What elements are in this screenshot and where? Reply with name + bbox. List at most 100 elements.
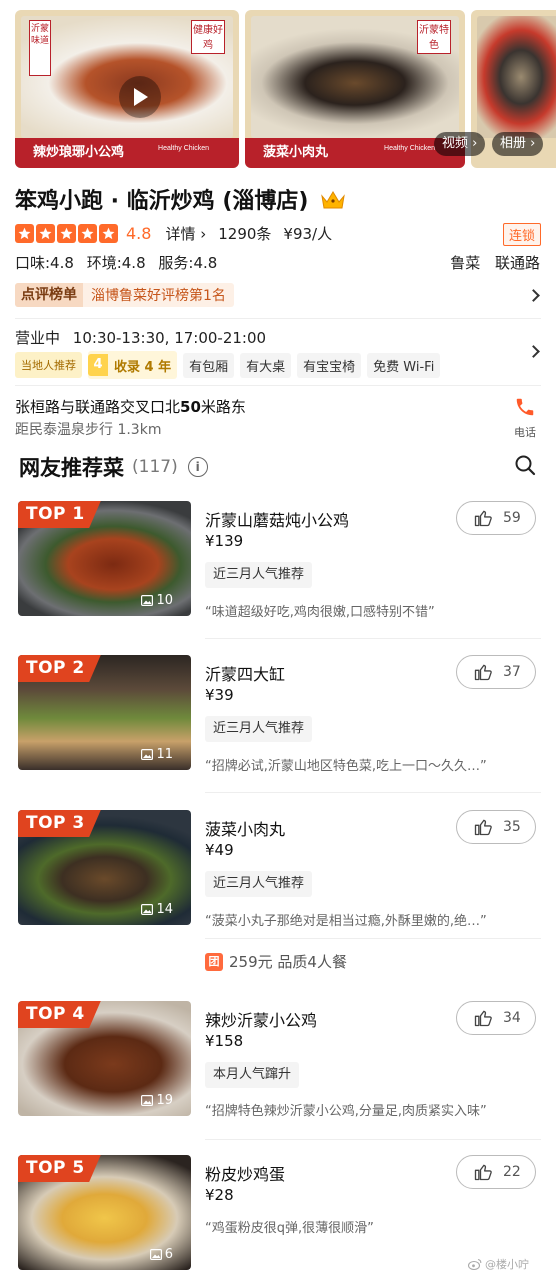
ranking-bar[interactable]: 点评榜单 淄博鲁菜好评榜第1名 <box>15 283 234 307</box>
like-count: 34 <box>503 1010 521 1026</box>
album-button[interactable]: 相册 › <box>492 132 544 156</box>
star-icon <box>99 223 118 243</box>
image-icon <box>141 749 154 760</box>
dish-thumbnail[interactable]: TOP 3 14 <box>18 810 191 925</box>
avg-price: ¥93/人 <box>283 224 333 243</box>
cuisine-type[interactable]: 鲁菜 <box>450 254 480 272</box>
like-count: 22 <box>503 1164 521 1180</box>
years-number: 4 <box>88 354 108 376</box>
dish-price: ¥158 <box>205 1032 244 1050</box>
photo-count: 6 <box>149 1247 173 1262</box>
dish-thumbnail[interactable]: TOP 4 19 <box>18 1001 191 1116</box>
image-icon <box>141 595 154 606</box>
star-icon <box>15 223 34 243</box>
like-button[interactable]: 37 <box>456 655 536 689</box>
rating-row: 4.8 详情 › 1290条 ¥93/人 <box>15 222 332 244</box>
banner-text: 辣炒琅琊小公鸡 <box>33 145 125 160</box>
group-deal[interactable]: 团 259元 品质4人餐 <box>205 951 347 972</box>
section-title-text: 网友推荐菜 <box>19 456 124 480</box>
dish-price: ¥139 <box>205 532 244 550</box>
divider <box>205 792 541 793</box>
top-rank-badge: TOP 1 <box>18 501 101 528</box>
star-icon <box>78 223 97 243</box>
banner-text: 菠菜小肉丸 <box>263 145 329 160</box>
rating-score: 4.8 <box>126 223 152 243</box>
photo-count: 11 <box>141 747 173 762</box>
divider <box>205 1139 541 1140</box>
watermark: @楼小咛 <box>468 1256 529 1272</box>
dish-item[interactable]: TOP 5 6 粉皮炒鸡蛋 ¥28 “鸡蛋粉皮很q弹,很薄很顺滑” 22 <box>0 1155 556 1270</box>
dish-name: 沂蒙山蘑菇炖小公鸡 <box>205 511 350 530</box>
photo-banner: 菠菜小肉丸 Healthy Chicken <box>245 138 465 168</box>
dish-thumbnail[interactable]: TOP 5 6 <box>18 1155 191 1270</box>
like-button[interactable]: 35 <box>456 810 536 844</box>
details-link[interactable]: 详情 › <box>165 223 206 244</box>
address-distance: 50 <box>180 398 201 416</box>
taste-score: 口味:4.8 <box>15 254 74 272</box>
review-count[interactable]: 1290条 <box>218 223 271 244</box>
cuisine-area: 鲁菜 联通路 <box>440 252 540 273</box>
dish-item[interactable]: TOP 4 19 辣炒沂蒙小公鸡 ¥158 本月人气蹿升 “招牌特色辣炒沂蒙小公… <box>0 1001 556 1131</box>
dish-quote: “招牌必试,沂蒙山地区特色菜,吃上一口～久久…” <box>205 759 487 774</box>
photo-count: 19 <box>141 1093 173 1108</box>
photo-count-number: 11 <box>156 747 173 762</box>
image-icon <box>141 904 154 915</box>
photo-count: 10 <box>141 593 173 608</box>
dish-tag: 近三月人气推荐 <box>205 871 313 897</box>
dish-thumbnail[interactable]: TOP 2 11 <box>18 655 191 770</box>
dish-quote: “鸡蛋粉皮很q弹,很薄很顺滑” <box>205 1221 374 1236</box>
group-deal-icon: 团 <box>205 952 223 971</box>
hours-text: 10:30-13:30, 17:00-21:00 <box>72 329 267 347</box>
divider <box>205 638 541 639</box>
photo-gallery[interactable]: 沂蒙味道 健康好鸡 辣炒琅琊小公鸡 Healthy Chicken 沂蒙特色 菠… <box>0 0 556 175</box>
business-area[interactable]: 联通路 <box>495 254 540 272</box>
thumbs-up-icon <box>474 1010 492 1027</box>
facility-tag: 有大桌 <box>240 352 292 378</box>
gallery-video-card[interactable]: 沂蒙味道 健康好鸡 辣炒琅琊小公鸡 Healthy Chicken <box>15 10 239 168</box>
divider <box>15 318 541 319</box>
walking-distance: 距民泰温泉步行 1.3km <box>15 422 162 438</box>
like-button[interactable]: 34 <box>456 1001 536 1035</box>
dish-count: (117) <box>132 457 178 477</box>
info-icon[interactable]: i <box>187 457 208 477</box>
chevron-right-icon[interactable] <box>527 345 540 358</box>
chevron-right-icon[interactable] <box>527 289 540 302</box>
corner-tag: 健康好鸡 <box>191 20 225 54</box>
thumbs-up-icon <box>474 664 492 681</box>
dish-name: 沂蒙四大缸 <box>205 665 286 684</box>
like-button[interactable]: 22 <box>456 1155 536 1189</box>
ranking-text: 淄博鲁菜好评榜第1名 <box>91 288 226 304</box>
photo-count-number: 10 <box>156 593 173 608</box>
photo-count-number: 14 <box>156 902 173 917</box>
facility-tag: 有包厢 <box>183 352 235 378</box>
dish-item[interactable]: TOP 1 10 沂蒙山蘑菇炖小公鸡 ¥139 近三月人气推荐 “味道超级好吃,… <box>0 501 556 631</box>
sub-scores: 口味:4.8 环境:4.8 服务:4.8 <box>15 252 225 273</box>
video-button[interactable]: 视频 › <box>434 132 486 156</box>
top-rank-badge: TOP 5 <box>18 1155 101 1182</box>
feature-tags[interactable]: 当地人推荐 4 收录 4 年 有包厢 有大桌 有宝宝椅 免费 Wi-Fi <box>15 351 441 379</box>
section-title: 网友推荐菜 (117) i <box>19 452 208 482</box>
photo-count-number: 19 <box>156 1093 173 1108</box>
phone-button[interactable]: 电话 <box>508 396 542 440</box>
dish-item[interactable]: TOP 2 11 沂蒙四大缸 ¥39 近三月人气推荐 “招牌必试,沂蒙山地区特色… <box>0 655 556 785</box>
like-count: 59 <box>503 510 521 526</box>
dish-tag: 本月人气蹿升 <box>205 1062 300 1088</box>
like-count: 35 <box>503 819 521 835</box>
dish-price: ¥49 <box>205 841 234 859</box>
play-icon[interactable] <box>119 76 161 118</box>
business-hours[interactable]: 营业中 10:30-13:30, 17:00-21:00 <box>15 327 274 348</box>
dish-item[interactable]: TOP 3 14 菠菜小肉丸 ¥49 近三月人气推荐 “菠菜小丸子那绝对是相当过… <box>0 810 556 940</box>
dish-thumbnail[interactable]: TOP 1 10 <box>18 501 191 616</box>
address[interactable]: 张桓路与联通路交叉口北50米路东 <box>15 396 246 417</box>
search-icon[interactable] <box>514 454 536 480</box>
crown-icon <box>320 189 346 217</box>
watermark-text: @楼小咛 <box>485 1258 529 1271</box>
top-rank-badge: TOP 2 <box>18 655 101 682</box>
image-icon <box>141 1095 154 1106</box>
chain-badge: 连锁 <box>502 223 541 246</box>
dish-quote: “菠菜小丸子那绝对是相当过瘾,外酥里嫩的,绝…” <box>205 914 487 929</box>
healthy-chicken-text: Healthy Chicken <box>384 145 435 152</box>
like-button[interactable]: 59 <box>456 501 536 535</box>
gallery-photo-card[interactable]: 沂蒙特色 菠菜小肉丸 Healthy Chicken <box>245 10 465 168</box>
dish-name: 菠菜小肉丸 <box>205 820 286 839</box>
